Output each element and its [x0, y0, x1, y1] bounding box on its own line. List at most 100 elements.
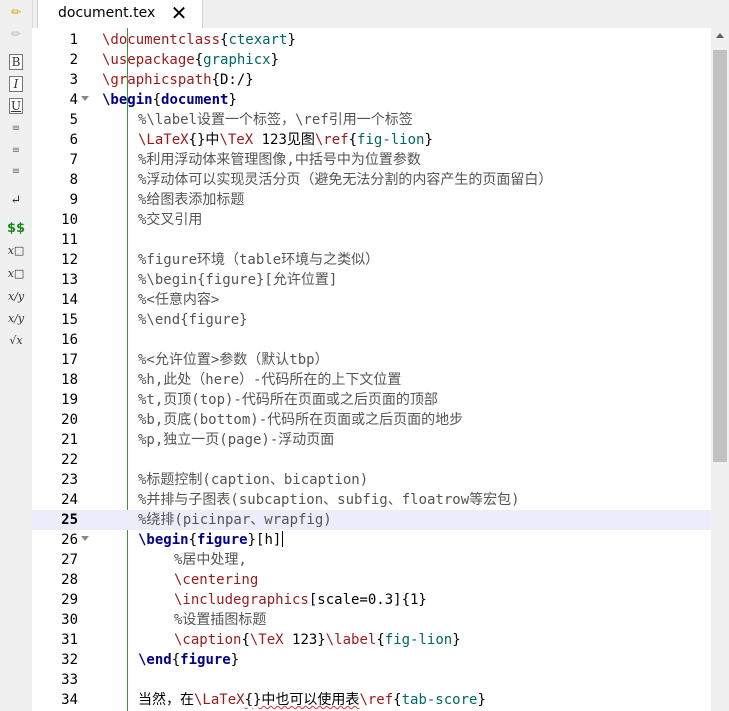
code-line[interactable]: 9 %给图表添加标题	[32, 190, 711, 210]
line-number: 16	[61, 332, 78, 348]
code-line[interactable]: 2 \usepackage{graphicx}	[32, 50, 711, 70]
line-number: 13	[61, 272, 78, 288]
line-number: 34	[61, 692, 78, 708]
code-line[interactable]: 1 \documentclass{ctexart}	[32, 30, 711, 50]
code-text: \includegraphics[scale=0.3]{1}	[174, 592, 427, 608]
code-line[interactable]: 30 %设置插图标题	[32, 610, 711, 630]
code-line[interactable]: 12 %figure环境（table环境与之类似）	[32, 250, 711, 270]
sqrt-button[interactable]: √x	[5, 332, 27, 350]
line-number: 21	[61, 432, 78, 448]
vertical-scrollbar[interactable]	[711, 28, 729, 711]
line-number: 29	[61, 592, 78, 608]
line-number: 18	[61, 372, 78, 388]
code-text: %figure环境（table环境与之类似）	[138, 252, 380, 268]
line-number: 19	[61, 392, 78, 408]
code-text: %利用浮动体来管理图像,中括号中为位置参数	[138, 152, 421, 168]
code-line[interactable]: 15 %\end{figure}	[32, 310, 711, 330]
align-left-button[interactable]: ≡	[5, 120, 27, 138]
line-number: 20	[61, 412, 78, 428]
code-text: \usepackage{graphicx}	[102, 52, 280, 68]
underline-button[interactable]: U	[9, 98, 23, 114]
align-right-button[interactable]: ≡	[5, 163, 27, 181]
code-line[interactable]: 19 %t,页顶(top)-代码所在页面或之后页面的顶部	[32, 390, 711, 410]
line-number: 24	[61, 492, 78, 508]
code-text: %\label设置一个标签，\ref引用一个标签	[138, 112, 413, 128]
fold-toggle-icon[interactable]	[81, 96, 89, 101]
fold-toggle-icon[interactable]	[81, 536, 89, 541]
line-number: 12	[61, 252, 78, 268]
superscript-button[interactable]: x□	[5, 265, 27, 283]
code-line[interactable]: 26 \begin{figure}[h]	[32, 530, 711, 550]
code-line[interactable]: 18 %h,此处（here）-代码所在的上下文位置	[32, 370, 711, 390]
line-number: 11	[61, 232, 78, 248]
scroll-thumb[interactable]	[713, 50, 727, 462]
line-number: 10	[61, 212, 78, 228]
code-line[interactable]: 22	[32, 450, 711, 470]
code-text: %\begin{figure}[允许位置]	[138, 272, 338, 288]
code-line[interactable]: 31 \caption{\TeX 123}\label{fig-lion}	[32, 630, 711, 650]
math-mode-button[interactable]: $$	[5, 220, 27, 238]
code-text: %<允许位置>参数（默认tbp）	[138, 352, 329, 368]
subscript-button[interactable]: x□	[5, 242, 27, 260]
line-number: 2	[69, 52, 78, 68]
code-line[interactable]: 23 %标题控制(caption、bicaption)	[32, 470, 711, 490]
code-text: %并排与子图表(subcaption、subfig、floatrow等宏包)	[138, 492, 520, 508]
code-line[interactable]: 13 %\begin{figure}[允许位置]	[32, 270, 711, 290]
code-text: %绕排(picinpar、wrapfig)	[138, 512, 332, 528]
code-line[interactable]: 7 %利用浮动体来管理图像,中括号中为位置参数	[32, 150, 711, 170]
code-line[interactable]: 11	[32, 230, 711, 250]
scroll-up-icon[interactable]	[716, 33, 724, 38]
code-text: %p,独立一页(page)-浮动页面	[138, 432, 335, 448]
code-line[interactable]: 24 %并排与子图表(subcaption、subfig、floatrow等宏包)	[32, 490, 711, 510]
line-number: 8	[69, 172, 78, 188]
code-text: %\end{figure}	[138, 312, 248, 328]
tab-label: document.tex	[58, 5, 156, 21]
code-text: \LaTeX{}中\TeX 123见图\ref{fig-lion}	[138, 132, 433, 148]
code-line[interactable]: 17 %<允许位置>参数（默认tbp）	[32, 350, 711, 370]
text-caret	[282, 531, 284, 547]
tab-document[interactable]: document.tex ✕	[37, 0, 203, 28]
code-line[interactable]: 32 \end{figure}	[32, 650, 711, 670]
line-number: 22	[61, 452, 78, 468]
code-line[interactable]: 33	[32, 670, 711, 690]
code-text: %设置插图标题	[174, 612, 267, 628]
code-text: \documentclass{ctexart}	[102, 32, 296, 48]
code-line[interactable]: 14 %<任意内容>	[32, 290, 711, 310]
code-text: \end{figure}	[138, 652, 240, 668]
code-text: %b,页底(bottom)-代码所在页面或之后页面的地步	[138, 412, 464, 428]
line-number: 17	[61, 352, 78, 368]
line-number: 27	[61, 552, 78, 568]
bold-button[interactable]: B	[9, 54, 23, 70]
close-icon[interactable]: ✕	[168, 2, 190, 24]
code-line[interactable]: 4 \begin{document}	[32, 90, 711, 110]
code-line[interactable]: 27 %居中处理,	[32, 550, 711, 570]
display-fraction-button[interactable]: x/y	[5, 310, 27, 328]
code-line[interactable]: 10 %交叉引用	[32, 210, 711, 230]
code-line[interactable]: 34 当然，在\LaTeX{}中也可以使用表\ref{tab-score}	[32, 690, 711, 710]
code-line[interactable]: 29 \includegraphics[scale=0.3]{1}	[32, 590, 711, 610]
code-line[interactable]: 28 \centering	[32, 570, 711, 590]
fraction-button[interactable]: x/y	[5, 288, 27, 306]
line-number: 9	[69, 192, 78, 208]
line-number: 5	[69, 112, 78, 128]
pencil-gray-icon[interactable]: ✏	[5, 25, 27, 43]
pencil-icon[interactable]: ✏	[5, 3, 27, 21]
code-text: %交叉引用	[138, 212, 203, 228]
code-text: %居中处理,	[174, 552, 247, 568]
newline-button[interactable]: ↵	[5, 192, 27, 210]
code-line[interactable]: 5 %\label设置一个标签，\ref引用一个标签	[32, 110, 711, 130]
formatting-toolbar: ✏ ✏ B I U ≡ ≡ ≡ ↵ $$ x□ x□ x/y x/y √x	[0, 0, 33, 711]
italic-button[interactable]: I	[9, 76, 23, 92]
code-editor[interactable]: 1 \documentclass{ctexart} 2 \usepackage{gra…	[32, 28, 711, 711]
code-line[interactable]: 21 %p,独立一页(page)-浮动页面	[32, 430, 711, 450]
code-text: \centering	[174, 572, 259, 588]
tab-bar: document.tex ✕	[0, 0, 729, 29]
code-line[interactable]: 25 %绕排(picinpar、wrapfig)	[32, 510, 711, 530]
code-line[interactable]: 8 %浮动体可以实现灵活分页（避免无法分割的内容产生的页面留白）	[32, 170, 711, 190]
code-line[interactable]: 6 \LaTeX{}中\TeX 123见图\ref{fig-lion}	[32, 130, 711, 150]
code-line[interactable]: 20 %b,页底(bottom)-代码所在页面或之后页面的地步	[32, 410, 711, 430]
code-line[interactable]: 16	[32, 330, 711, 350]
code-line[interactable]: 3 \graphicspath{D:/}	[32, 70, 711, 90]
line-number: 25	[61, 512, 78, 528]
align-center-button[interactable]: ≡	[5, 142, 27, 160]
